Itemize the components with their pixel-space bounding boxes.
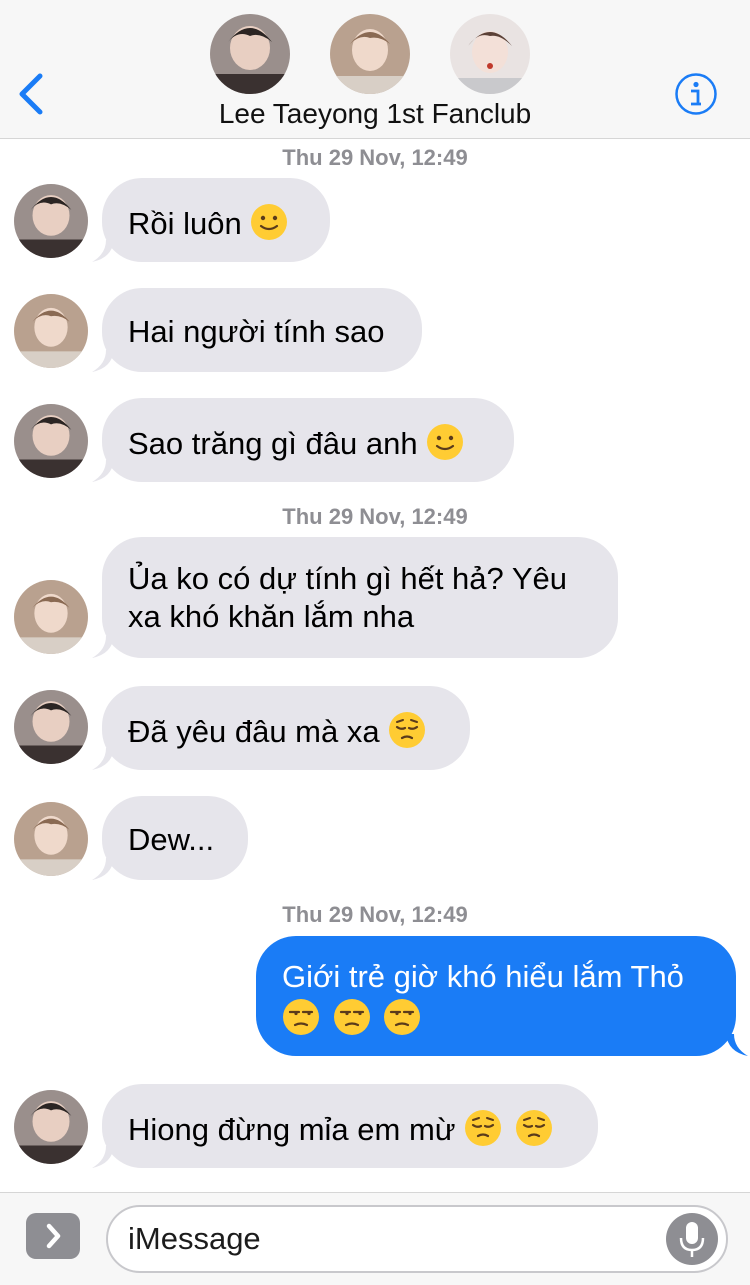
avatar[interactable] xyxy=(14,184,88,258)
message-bubble[interactable]: Rồi luôn xyxy=(102,178,330,262)
avatar[interactable] xyxy=(14,690,88,764)
pensive-face-icon xyxy=(515,1110,552,1146)
conversation-header: Lee Taeyong 1st Fanclub xyxy=(0,0,750,139)
unamused-face-icon xyxy=(384,999,421,1035)
slightly-smiling-face-icon xyxy=(251,204,288,240)
imessage-input[interactable]: iMessage xyxy=(106,1205,728,1273)
pensive-face-icon xyxy=(389,712,426,748)
microphone-icon xyxy=(679,1222,705,1257)
pensive-face-icon xyxy=(465,1110,502,1146)
message-bubble[interactable]: Đã yêu đâu mà xa xyxy=(102,686,470,770)
group-avatar-3[interactable] xyxy=(450,14,530,94)
message-text: Rồi luôn xyxy=(128,206,242,241)
message-text: Giới trẻ giờ khó hiểu lắm Thỏ xyxy=(282,959,684,994)
avatar[interactable] xyxy=(14,580,88,654)
input-placeholder: iMessage xyxy=(128,1221,261,1256)
slightly-smiling-face-icon xyxy=(427,424,464,460)
unamused-face-icon xyxy=(283,999,319,1035)
message-text-line: xa khó khăn lắm nha xyxy=(128,599,415,634)
avatar[interactable] xyxy=(14,802,88,876)
timestamp: Thu 29 Nov, 12:49 xyxy=(282,145,468,170)
unamused-face-icon xyxy=(333,999,370,1035)
message-bubble[interactable]: Sao trăng gì đâu anh xyxy=(102,398,514,482)
conversation-title[interactable]: Lee Taeyong 1st Fanclub xyxy=(0,98,750,130)
avatar[interactable] xyxy=(14,294,88,368)
message-bubble[interactable]: Hai người tính sao xyxy=(102,288,422,372)
message-text-line: Ủa ko có dự tính gì hết hả? Yêu xyxy=(128,561,567,596)
timestamp: Thu 29 Nov, 12:49 xyxy=(282,902,468,927)
message-text: Hai người tính sao xyxy=(128,314,385,349)
message-bubble[interactable]: Ủa ko có dự tính gì hết hả? Yêu xa khó k… xyxy=(102,537,618,658)
emoji-row xyxy=(282,998,710,1038)
info-icon xyxy=(675,73,717,115)
timestamp: Thu 29 Nov, 12:49 xyxy=(282,504,468,529)
group-avatar-1[interactable] xyxy=(210,14,290,94)
info-button[interactable] xyxy=(674,72,718,116)
message-input-bar: iMessage xyxy=(0,1192,750,1285)
message-text: Sao trăng gì đâu anh xyxy=(128,426,418,461)
avatar[interactable] xyxy=(14,404,88,478)
message-bubble[interactable]: Hiong đừng mỉa em mừ xyxy=(102,1084,598,1168)
microphone-button[interactable] xyxy=(666,1213,718,1265)
message-bubble[interactable]: Dew... xyxy=(102,796,248,880)
group-avatar-2[interactable] xyxy=(330,14,410,94)
avatar[interactable] xyxy=(14,1090,88,1164)
message-text: Dew... xyxy=(128,822,215,857)
message-text: Đã yêu đâu mà xa xyxy=(128,714,380,749)
chevron-right-icon xyxy=(46,1223,61,1249)
message-bubble-outgoing[interactable]: Giới trẻ giờ khó hiểu lắm Thỏ xyxy=(256,936,736,1056)
app-drawer-button[interactable] xyxy=(26,1213,80,1259)
message-text: Hiong đừng mỉa em mừ xyxy=(128,1112,456,1147)
